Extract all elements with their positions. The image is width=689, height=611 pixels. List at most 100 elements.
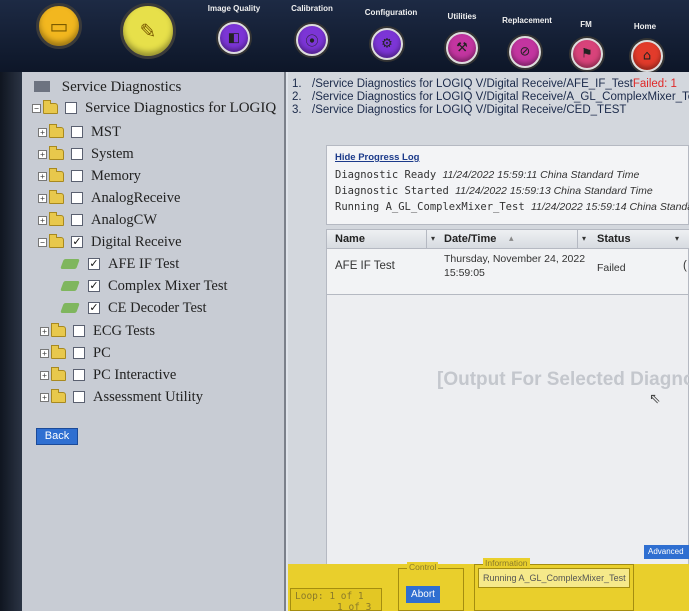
collapse-icon[interactable]: − (38, 237, 47, 247)
tree-category-node[interactable]: + AnalogReceive (38, 188, 180, 208)
expand-icon[interactable]: + (40, 370, 49, 380)
tree-checkbox[interactable] (73, 369, 85, 381)
expand-icon[interactable]: + (40, 348, 49, 358)
tree-root[interactable]: Service Diagnostics (34, 79, 181, 96)
tree-checkbox[interactable] (71, 126, 83, 138)
loop-counter: Loop: 1 of 1 1 of 3 (290, 588, 382, 611)
information-field: Running A_GL_ComplexMixer_Test (478, 568, 630, 588)
column-header-name[interactable]: Name (335, 233, 365, 245)
column-filter-icon[interactable]: ▾ (582, 234, 586, 243)
column-filter-icon[interactable]: ▾ (675, 234, 679, 243)
cell-status: Failed (597, 262, 626, 274)
tree-category-node[interactable]: + PC Interactive (40, 365, 176, 385)
path-number: 3. (292, 104, 302, 116)
toolbar-label: Home (633, 22, 657, 31)
expand-icon[interactable]: + (38, 215, 47, 225)
log-line: Diagnostic Ready 11/24/2022 15:59:11 Chi… (335, 169, 640, 181)
utilities-icon: ⚒ (456, 40, 468, 56)
tree-system-node[interactable]: − Service Diagnostics for LOGIQ (32, 98, 276, 118)
tree-node-label: AFE IF Test (108, 255, 180, 272)
tree-checkbox[interactable] (71, 170, 83, 182)
tree-checkbox[interactable] (73, 391, 85, 403)
expand-icon[interactable]: + (38, 171, 47, 181)
folder-icon (51, 366, 66, 381)
path-text: /Service Diagnostics for LOGIQ V/Digital… (312, 104, 627, 116)
column-filter-icon[interactable]: ▾ (431, 234, 435, 243)
column-header-status[interactable]: Status (597, 233, 631, 245)
path-number: 1. (292, 78, 302, 90)
tree-checkbox[interactable] (71, 214, 83, 226)
cell-name: AFE IF Test (335, 260, 395, 272)
hide-progress-log-link[interactable]: Hide Progress Log (335, 152, 419, 163)
selected-test-path[interactable]: 1. /Service Diagnostics for LOGIQ V/Digit… (292, 78, 677, 92)
monitor-bezel (0, 72, 22, 611)
log-line: Running A_GL_ComplexMixer_Test 11/24/202… (335, 201, 689, 213)
toolbar-big-button-0[interactable]: ▭ (36, 3, 82, 49)
home-button[interactable]: ⌂ (631, 40, 663, 72)
expand-icon[interactable]: + (40, 326, 49, 336)
tree-node-label: Assessment Utility (93, 388, 203, 405)
screen: ▭ ✎ Image Quality ◧ Calibration ⦿ Config… (0, 0, 689, 611)
layout-icon: ▭ (49, 14, 69, 38)
tree-checkbox[interactable] (73, 347, 85, 359)
tree-node-label: Digital Receive (91, 233, 182, 250)
tree-root-label: Service Diagnostics (61, 79, 182, 95)
expand-icon[interactable]: + (38, 127, 47, 137)
test-icon (60, 301, 82, 315)
toolbar-image-quality[interactable]: Image Quality (199, 4, 269, 13)
tree-checkbox[interactable] (71, 192, 83, 204)
tree-checkbox[interactable] (65, 102, 77, 114)
tree-category-node[interactable]: + Memory (38, 166, 141, 186)
path-number: 2. (292, 91, 302, 103)
toolbar-big-button-1[interactable]: ✎ (120, 3, 176, 59)
collapse-icon[interactable]: − (32, 103, 41, 113)
tree-checkbox[interactable]: ✓ (88, 280, 100, 292)
tree-test-item[interactable]: ✓ AFE IF Test (60, 254, 179, 274)
folder-icon (43, 99, 58, 114)
information-group-label: Information (483, 558, 530, 568)
utilities-button[interactable]: ⚒ (446, 32, 478, 64)
abort-button[interactable]: Abort (406, 586, 440, 603)
cell-extra: ( (683, 260, 687, 272)
tree-checkbox[interactable]: ✓ (88, 258, 100, 270)
toolbar-calibration[interactable]: Calibration (277, 4, 347, 13)
diagnostics-tree-panel: Service Diagnostics − Service Diagnostic… (22, 72, 286, 611)
advanced-button[interactable]: Advanced (644, 545, 689, 559)
tree-checkbox[interactable]: ✓ (88, 302, 100, 314)
column-divider (426, 230, 427, 249)
folder-open-icon (34, 81, 50, 92)
tree-category-node[interactable]: + MST (38, 122, 121, 142)
tree-category-node[interactable]: + AnalogCW (38, 210, 157, 230)
fm-button[interactable]: ⚑ (571, 38, 603, 70)
output-placeholder: [Output For Selected Diagnos (437, 369, 689, 390)
toolbar-configuration[interactable]: Configuration (356, 8, 426, 17)
configuration-button[interactable]: ⚙ (371, 28, 403, 60)
selected-test-path[interactable]: 2. /Service Diagnostics for LOGIQ V/Digit… (292, 91, 689, 105)
expand-icon[interactable]: + (40, 392, 49, 402)
expand-icon[interactable]: + (38, 193, 47, 203)
expand-icon[interactable]: + (38, 149, 47, 159)
control-group-label: Control (407, 562, 439, 572)
tree-category-node[interactable]: + System (38, 144, 134, 164)
sort-ascending-icon: ▴ (509, 234, 514, 244)
tree-category-node[interactable]: + PC (40, 343, 111, 363)
tree-checkbox[interactable]: ✓ (71, 236, 83, 248)
failed-count: Failed: 1 (632, 78, 677, 90)
image-quality-button[interactable]: ◧ (218, 22, 250, 54)
test-icon (60, 257, 82, 271)
selected-test-path[interactable]: 3. /Service Diagnostics for LOGIQ V/Digit… (292, 104, 626, 118)
loop-text: 1 of 3 (337, 602, 372, 611)
tree-checkbox[interactable] (71, 148, 83, 160)
calibration-button[interactable]: ⦿ (296, 24, 328, 56)
tree-category-node[interactable]: + Assessment Utility (40, 387, 203, 407)
tree-category-node[interactable]: − ✓ Digital Receive (38, 232, 182, 252)
tree-test-item[interactable]: ✓ CE Decoder Test (60, 298, 207, 318)
tree-checkbox[interactable] (73, 325, 85, 337)
replacement-button[interactable]: ⊘ (509, 36, 541, 68)
column-header-datetime[interactable]: Date/Time (444, 233, 496, 245)
tree-test-item[interactable]: ✓ Complex Mixer Test (60, 276, 228, 296)
back-button[interactable]: Back (36, 428, 78, 445)
toolbar-home[interactable]: Home (610, 22, 680, 31)
tree-category-node[interactable]: + ECG Tests (40, 321, 155, 341)
toolbar-utilities[interactable]: Utilities (427, 12, 497, 21)
